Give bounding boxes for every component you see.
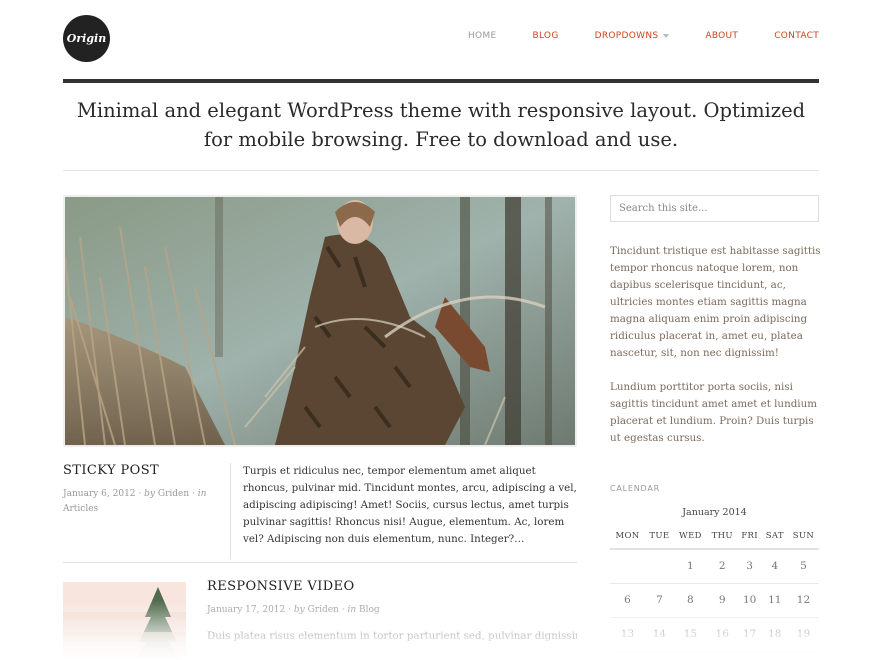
post-thumbnail-image xyxy=(63,582,186,660)
calendar-day: 11 xyxy=(761,583,788,618)
calendar-week: 1 2 3 4 5 xyxy=(610,549,819,584)
caret-down-icon xyxy=(663,34,670,38)
post-title[interactable]: STICKY POST xyxy=(63,463,159,478)
tagline-divider xyxy=(63,170,819,171)
calendar-day: 12 xyxy=(787,583,819,618)
post-meta-divider xyxy=(230,463,231,559)
post-in-label: in xyxy=(197,489,207,499)
calendar-day: 4 xyxy=(761,549,788,584)
post-meta: January 17, 2012 · by Griden · in Blog xyxy=(207,605,380,615)
calendar-day: 15 xyxy=(673,617,707,652)
calendar-heading: CALENDAR xyxy=(610,484,661,493)
calendar-day-header: WED xyxy=(673,523,707,550)
post-divider xyxy=(63,562,577,563)
post-excerpt: Duis platea risus elementum in tortor pa… xyxy=(207,630,577,642)
post-meta: January 6, 2012 · by Griden · in Article… xyxy=(63,489,207,514)
nav-contact[interactable]: CONTACT xyxy=(774,31,819,41)
post-in-label: in xyxy=(347,605,357,615)
calendar-day: 5 xyxy=(787,549,819,584)
post-category[interactable]: Articles xyxy=(63,504,98,514)
calendar-day xyxy=(644,549,674,584)
post-author[interactable]: Griden xyxy=(158,489,189,499)
calendar-day: 16 xyxy=(706,617,738,652)
calendar-day-header: SUN xyxy=(787,523,819,550)
calendar-week: 6 7 8 9 10 11 12 xyxy=(610,583,819,618)
calendar-day: 19 xyxy=(787,617,819,652)
featured-photo xyxy=(65,197,575,445)
main-nav: HOME BLOG DROPDOWNS ABOUT CONTACT xyxy=(468,31,819,41)
calendar-day: 17 xyxy=(737,617,762,652)
post-author[interactable]: Griden xyxy=(308,605,339,615)
calendar-day: 6 xyxy=(610,583,645,618)
calendar-caption: January 2014 xyxy=(682,507,747,518)
calendar-day-header: MON xyxy=(610,523,645,550)
calendar-day-header: SAT xyxy=(761,523,788,550)
calendar-day: 7 xyxy=(644,583,674,618)
calendar-day: 3 xyxy=(737,549,762,584)
calendar-day-header: THU xyxy=(706,523,738,550)
calendar-day: 8 xyxy=(673,583,707,618)
post-title[interactable]: RESPONSIVE VIDEO xyxy=(207,579,355,594)
site-logo[interactable]: Origin xyxy=(63,15,110,62)
nav-home[interactable]: HOME xyxy=(468,31,497,41)
calendar-day xyxy=(610,549,645,584)
nav-dropdowns-label: DROPDOWNS xyxy=(594,31,659,41)
site-tagline: Minimal and elegant WordPress theme with… xyxy=(76,99,806,151)
featured-image[interactable] xyxy=(63,195,577,447)
calendar-day: 1 xyxy=(673,549,707,584)
calendar-day-header: FRI xyxy=(737,523,762,550)
header-divider-bar xyxy=(63,79,819,83)
post-thumbnail[interactable] xyxy=(63,582,186,660)
calendar-day: 14 xyxy=(644,617,674,652)
calendar-day: 13 xyxy=(610,617,645,652)
post-date[interactable]: January 17, 2012 xyxy=(207,605,285,615)
post-by-label: by xyxy=(144,489,155,499)
calendar-day: 18 xyxy=(761,617,788,652)
nav-about[interactable]: ABOUT xyxy=(705,31,738,41)
calendar-day-header: TUE xyxy=(644,523,674,550)
calendar-week: 13 14 15 16 17 18 19 xyxy=(610,617,819,652)
sidebar-text-widget: Tincidunt tristique est habitasse sagitt… xyxy=(610,245,821,359)
calendar-day: 10 xyxy=(737,583,762,618)
post-date[interactable]: January 6, 2012 xyxy=(63,489,136,499)
calendar-day: 9 xyxy=(706,583,738,618)
post-excerpt: Turpis et ridiculus nec, tempor elementu… xyxy=(243,465,577,545)
search-input[interactable] xyxy=(610,195,819,222)
calendar-table: MON TUE WED THU FRI SAT SUN 1 2 3 4 5 6 … xyxy=(610,523,819,652)
sidebar-text-widget: Lundium porttitor porta sociis, nisi sag… xyxy=(610,381,817,444)
calendar-day: 2 xyxy=(706,549,738,584)
nav-blog[interactable]: BLOG xyxy=(532,31,558,41)
post-by-label: by xyxy=(293,605,305,615)
nav-dropdowns[interactable]: DROPDOWNS xyxy=(595,31,670,41)
post-category[interactable]: Blog xyxy=(359,605,380,615)
